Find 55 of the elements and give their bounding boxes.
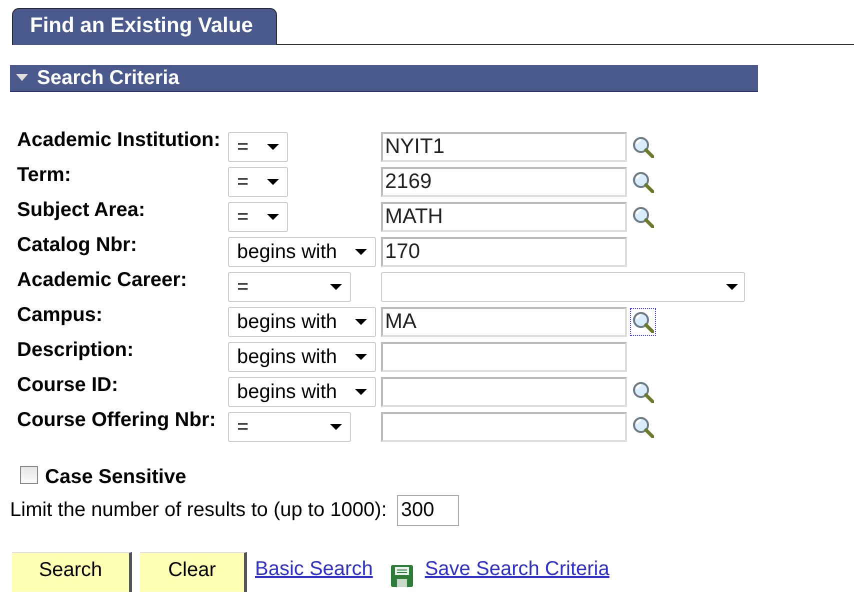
search-icon: [632, 136, 654, 158]
link[interactable]: Basic Search: [255, 558, 373, 586]
text-field[interactable]: MATH: [381, 202, 627, 232]
operator-dropdown[interactable]: begins with: [228, 377, 376, 407]
field-label: Subject Area:: [16, 199, 146, 222]
text-field[interactable]: [381, 412, 627, 442]
caret-icon: [330, 424, 342, 430]
text-field[interactable]: [381, 377, 627, 407]
action-button[interactable]: Clear: [140, 552, 247, 592]
section-header[interactable]: Search Criteria: [10, 65, 758, 92]
caret-icon: [355, 354, 367, 360]
link[interactable]: Save Search Criteria: [424, 558, 610, 586]
operator-dropdown[interactable]: =: [228, 202, 288, 232]
search-icon: [632, 381, 654, 403]
text-field[interactable]: MA: [381, 307, 627, 337]
collapse-triangle-icon: [16, 74, 28, 82]
text-field[interactable]: [381, 342, 627, 372]
caret-icon: [330, 284, 342, 290]
action-button[interactable]: Search: [12, 552, 132, 592]
caret-icon: [267, 214, 279, 220]
operator-dropdown[interactable]: begins with: [228, 237, 376, 267]
operator-dropdown[interactable]: begins with: [228, 307, 376, 337]
caret-icon: [355, 389, 367, 395]
limit-field[interactable]: 300: [396, 495, 459, 526]
field-label: Term:: [16, 164, 72, 187]
find-existing-value-tab[interactable]: Find an Existing Value: [12, 8, 277, 45]
field-label: Campus:: [16, 304, 104, 327]
text-field[interactable]: 170: [381, 237, 627, 267]
text-field[interactable]: 2169: [381, 167, 627, 197]
limit-label: Limit the number of results to (up to 1000):: [10, 499, 387, 522]
case-sensitive-checkbox[interactable]: [20, 466, 38, 484]
caret-icon: [726, 284, 738, 290]
caret-icon: [355, 249, 367, 255]
operator-dropdown[interactable]: begins with: [228, 342, 376, 372]
search-icon: [632, 171, 654, 193]
field-label: Academic Career:: [16, 269, 188, 292]
field-label: Description:: [16, 339, 135, 362]
field-label: Academic Institution:: [16, 129, 222, 152]
text-field[interactable]: NYIT1: [381, 132, 627, 162]
lookup-button[interactable]: [630, 308, 656, 336]
field-label: Course Offering Nbr:: [16, 409, 217, 432]
caret-icon: [267, 179, 279, 185]
search-icon: [632, 416, 654, 438]
operator-dropdown[interactable]: =: [228, 167, 288, 197]
caret-icon: [267, 144, 279, 150]
operator-dropdown[interactable]: =: [228, 132, 288, 162]
field-label: Course ID:: [16, 374, 120, 397]
section-title: Search Criteria: [37, 66, 180, 90]
operator-dropdown[interactable]: =: [228, 412, 351, 442]
case-sensitive-label: Case Sensitive: [45, 466, 186, 489]
operator-dropdown[interactable]: =: [228, 272, 351, 302]
caret-icon: [355, 319, 367, 325]
field-label: Catalog Nbr:: [16, 234, 138, 257]
search-icon: [632, 206, 654, 228]
search-icon: [632, 311, 654, 333]
